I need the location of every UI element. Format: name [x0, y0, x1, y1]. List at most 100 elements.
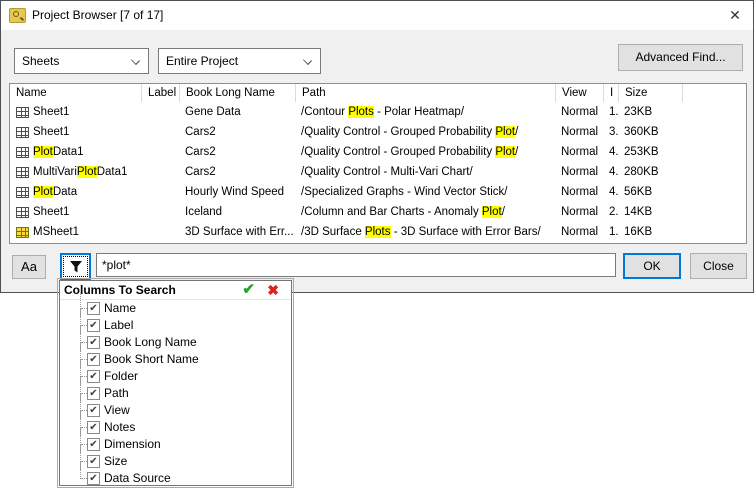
- cell-path: /Column and Bar Charts - Anomaly Plot/: [295, 202, 555, 222]
- cell-size: 360KB: [618, 122, 682, 142]
- checkbox[interactable]: ✔: [87, 421, 100, 434]
- table-row[interactable]: Sheet1Gene Data/Contour Plots - Polar He…: [10, 102, 746, 122]
- close-icon[interactable]: ✕: [719, 2, 751, 29]
- checkbox[interactable]: ✔: [87, 319, 100, 332]
- checkbox[interactable]: ✔: [87, 302, 100, 315]
- window-title: Project Browser [7 of 17]: [32, 1, 163, 30]
- advanced-find-button[interactable]: Advanced Find...: [618, 44, 743, 71]
- cell-name: MultiVariPlotData1: [10, 162, 141, 182]
- cell-book-long-name: Gene Data: [179, 102, 295, 122]
- column-header-path[interactable]: Path: [295, 84, 555, 102]
- checkbox[interactable]: ✔: [87, 455, 100, 468]
- worksheet-icon: [16, 187, 29, 198]
- column-header-filler: [682, 84, 746, 102]
- cell-book-long-name: Iceland: [179, 202, 295, 222]
- checkbox-item[interactable]: ✔ Dimension: [60, 436, 291, 453]
- filter-columns-button[interactable]: [60, 253, 91, 280]
- cell-view: Normal: [555, 202, 603, 222]
- checkbox-item[interactable]: ✔ Path: [60, 385, 291, 402]
- cell-label: [141, 102, 179, 122]
- checkbox[interactable]: ✔: [87, 438, 100, 451]
- cell-name: PlotData1: [10, 142, 141, 162]
- column-header-size[interactable]: Size: [618, 84, 682, 102]
- table-row[interactable]: MultiVariPlotData1Cars2/Quality Control …: [10, 162, 746, 182]
- cell-path: /Specialized Graphs - Wind Vector Stick/: [295, 182, 555, 202]
- close-button[interactable]: Close: [690, 253, 747, 279]
- object-type-dropdown[interactable]: Sheets: [14, 48, 149, 74]
- cell-filler: [682, 122, 746, 142]
- checkbox[interactable]: ✔: [87, 387, 100, 400]
- checkbox-item[interactable]: ✔ Notes: [60, 419, 291, 436]
- object-type-value: Sheets: [22, 54, 59, 68]
- checkbox-item[interactable]: ✔Size: [60, 453, 291, 470]
- table-row[interactable]: Sheet1Cars2/Quality Control - Grouped Pr…: [10, 122, 746, 142]
- scope-dropdown[interactable]: Entire Project: [158, 48, 321, 74]
- screen: Project Browser [7 of 17] ✕ Sheets Entir…: [0, 0, 756, 489]
- cell-dimension: 1..: [603, 102, 618, 122]
- cell-name: Sheet1: [10, 202, 141, 222]
- checkbox-label: Path: [104, 385, 129, 402]
- column-header-book-long-name[interactable]: Book Long Name: [179, 84, 295, 102]
- checkbox[interactable]: ✔: [87, 370, 100, 383]
- cell-name: MSheet1: [10, 222, 141, 242]
- case-sensitive-button[interactable]: Aa: [12, 255, 46, 279]
- cell-view: Normal: [555, 162, 603, 182]
- cell-dimension: 4..: [603, 162, 618, 182]
- checkbox[interactable]: ✔: [87, 353, 100, 366]
- checkbox-item[interactable]: ✔ Data Source: [60, 470, 291, 487]
- checkbox-item[interactable]: ✔ Folder: [60, 368, 291, 385]
- cell-view: Normal: [555, 182, 603, 202]
- cell-view: Normal: [555, 122, 603, 142]
- checkbox[interactable]: ✔: [87, 472, 100, 485]
- checkbox-item[interactable]: ✔ View: [60, 402, 291, 419]
- cell-path: /Quality Control - Grouped Probability P…: [295, 122, 555, 142]
- table-row[interactable]: Sheet1 Iceland/Column and Bar Charts - An…: [10, 202, 746, 222]
- cell-label: [141, 122, 179, 142]
- table-body: Sheet1Gene Data/Contour Plots - Polar He…: [10, 102, 746, 242]
- column-header-dimension[interactable]: I: [603, 84, 618, 102]
- checkbox-item[interactable]: ✔ Label: [60, 317, 291, 334]
- cell-label: [141, 222, 179, 242]
- cancel-x-icon[interactable]: ✖: [267, 281, 279, 299]
- worksheet-icon: [16, 147, 29, 158]
- column-header-label[interactable]: Label: [141, 84, 179, 102]
- cell-dimension: 3..: [603, 122, 618, 142]
- checkbox-label: Notes: [104, 419, 135, 436]
- cell-filler: [682, 142, 746, 162]
- worksheet-icon: [16, 167, 29, 178]
- cell-dimension: 4..: [603, 182, 618, 202]
- checkbox-label: Book Long Name: [104, 334, 197, 351]
- search-input[interactable]: [96, 253, 616, 277]
- cell-filler: [682, 102, 746, 122]
- checkbox-label: Data Source: [104, 470, 171, 487]
- checkbox[interactable]: ✔: [87, 336, 100, 349]
- cell-filler: [682, 162, 746, 182]
- popup-title: Columns To Search: [60, 281, 291, 299]
- column-header-view[interactable]: View: [555, 84, 603, 102]
- table-row[interactable]: PlotData1Cars2/Quality Control - Grouped…: [10, 142, 746, 162]
- magnifier-icon: [13, 11, 19, 17]
- worksheet-icon: [16, 207, 29, 218]
- checkbox-label: Label: [104, 317, 133, 334]
- column-header-name[interactable]: Name: [10, 84, 141, 102]
- checkbox-item[interactable]: ✔Book Short Name: [60, 351, 291, 368]
- checkbox-label: View: [104, 402, 130, 419]
- cell-book-long-name: Cars2: [179, 142, 295, 162]
- apply-check-icon[interactable]: ✔: [242, 281, 255, 299]
- cell-label: [141, 162, 179, 182]
- title-bar[interactable]: Project Browser [7 of 17] ✕: [1, 1, 753, 30]
- table-row[interactable]: PlotDataHourly Wind Speed/Specialized Gr…: [10, 182, 746, 202]
- cell-book-long-name: Cars2: [179, 162, 295, 182]
- cell-view: Normal: [555, 222, 603, 242]
- checkbox-item[interactable]: ✔Name: [60, 300, 291, 317]
- table-row[interactable]: MSheet13D Surface with Err.../3D Surface…: [10, 222, 746, 242]
- worksheet-icon: [16, 127, 29, 138]
- ok-button[interactable]: OK: [623, 253, 681, 279]
- cell-size: 253KB: [618, 142, 682, 162]
- cell-name: Sheet1: [10, 102, 141, 122]
- checkbox-label: Dimension: [104, 436, 161, 453]
- checkbox-label: Folder: [104, 368, 138, 385]
- checkbox-item[interactable]: ✔ Book Long Name: [60, 334, 291, 351]
- checkbox[interactable]: ✔: [87, 404, 100, 417]
- cell-size: 16KB: [618, 222, 682, 242]
